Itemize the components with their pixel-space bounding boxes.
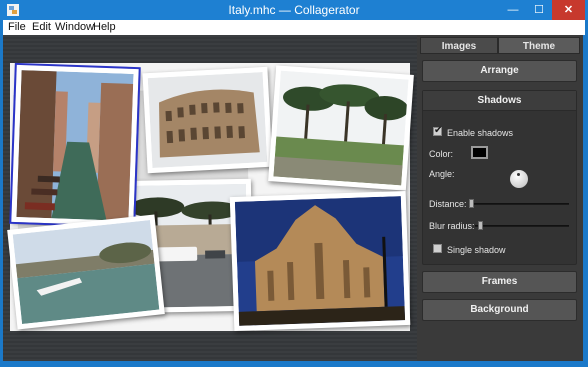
angle-indicator-icon	[517, 173, 520, 176]
enable-shadows-label: Enable shadows	[447, 128, 514, 138]
enable-shadows-checkbox[interactable]: ✔	[433, 125, 443, 136]
blur-radius-slider-thumb[interactable]	[477, 221, 483, 230]
window-bottom-border	[3, 361, 585, 367]
distance-slider-thumb[interactable]	[469, 199, 474, 208]
menu-file[interactable]: File	[8, 21, 26, 33]
menu-edit[interactable]: Edit	[32, 21, 51, 33]
pine-park-image	[273, 70, 409, 186]
frames-section-button[interactable]: Frames	[422, 271, 577, 293]
angle-dial[interactable]	[510, 170, 528, 188]
shadows-section: Shadows ✔ Enable shadows Color: Angle: D…	[422, 90, 577, 265]
checkmark-icon: ✔	[434, 125, 443, 136]
menu-window[interactable]: Window	[55, 21, 94, 33]
panel-tabs: Images Theme	[420, 37, 580, 54]
maximize-button[interactable]: ☐	[526, 0, 552, 20]
pine-park-photo[interactable]	[268, 65, 414, 191]
menu-bar: File Edit Window Help	[3, 20, 585, 35]
minimize-button[interactable]: —	[500, 0, 526, 20]
close-button[interactable]: ✕	[552, 0, 585, 20]
milan-cathedral-photo[interactable]	[229, 190, 411, 332]
distance-slider-track[interactable]	[469, 203, 569, 205]
venice-canal-image	[16, 70, 134, 221]
theme-panel: Images Theme Arrange Shadows ✔ Enable sh…	[417, 35, 583, 361]
tab-images[interactable]: Images	[420, 37, 498, 54]
title-bar: Italy.mhc — Collagerator — ☐ ✕	[0, 0, 588, 20]
tab-theme[interactable]: Theme	[498, 37, 580, 54]
angle-label: Angle:	[429, 169, 455, 179]
menu-help[interactable]: Help	[93, 21, 116, 33]
colosseum-photo[interactable]	[142, 66, 273, 174]
single-shadow-checkbox[interactable]	[433, 244, 442, 253]
venice-canal-photo[interactable]	[9, 62, 141, 229]
background-section-button[interactable]: Background	[422, 299, 577, 321]
milan-cathedral-image	[234, 196, 406, 326]
river-boat-image	[12, 220, 160, 324]
shadows-header[interactable]: Shadows	[423, 91, 576, 111]
blur-radius-slider-track[interactable]	[475, 225, 569, 227]
river-boat-photo[interactable]	[7, 214, 165, 330]
colosseum-image	[147, 72, 268, 168]
arrange-section-button[interactable]: Arrange	[422, 60, 577, 82]
distance-label: Distance:	[429, 199, 467, 209]
color-label: Color:	[429, 149, 454, 159]
shadow-color-swatch[interactable]	[471, 146, 488, 159]
blur-radius-label: Blur radius:	[429, 221, 475, 231]
single-shadow-label: Single shadow	[447, 245, 506, 255]
